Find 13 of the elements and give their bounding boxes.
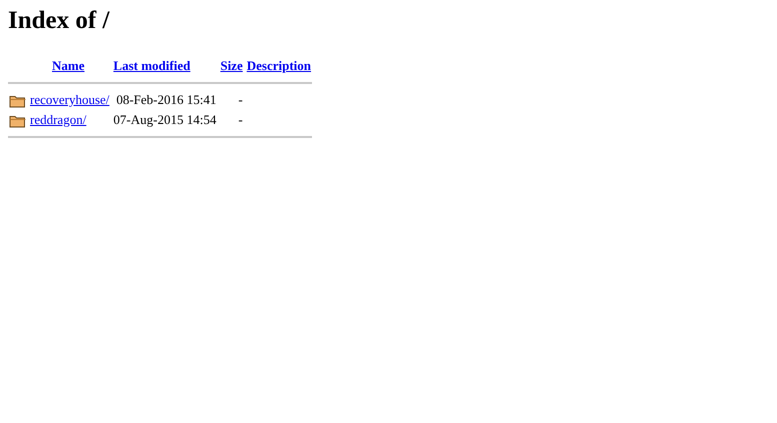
modified-date: 07-Aug-2015 14:54 [113, 112, 216, 127]
file-link[interactable]: reddragon/ [30, 112, 86, 127]
page-title: Index of / [8, 6, 111, 36]
folder-icon [9, 114, 26, 128]
column-header-link[interactable]: Name [52, 58, 84, 73]
modified-date: 08-Feb-2016 15:41 [116, 92, 216, 107]
folder-icon [9, 94, 26, 108]
column-header-link[interactable]: Last modified [113, 58, 190, 73]
file-link[interactable]: recoveryhouse/ [30, 92, 110, 107]
column-header-link[interactable]: Description [246, 58, 312, 73]
column-header-link[interactable]: Size [220, 58, 243, 73]
file-size: - [238, 92, 243, 107]
file-size: - [238, 112, 243, 127]
